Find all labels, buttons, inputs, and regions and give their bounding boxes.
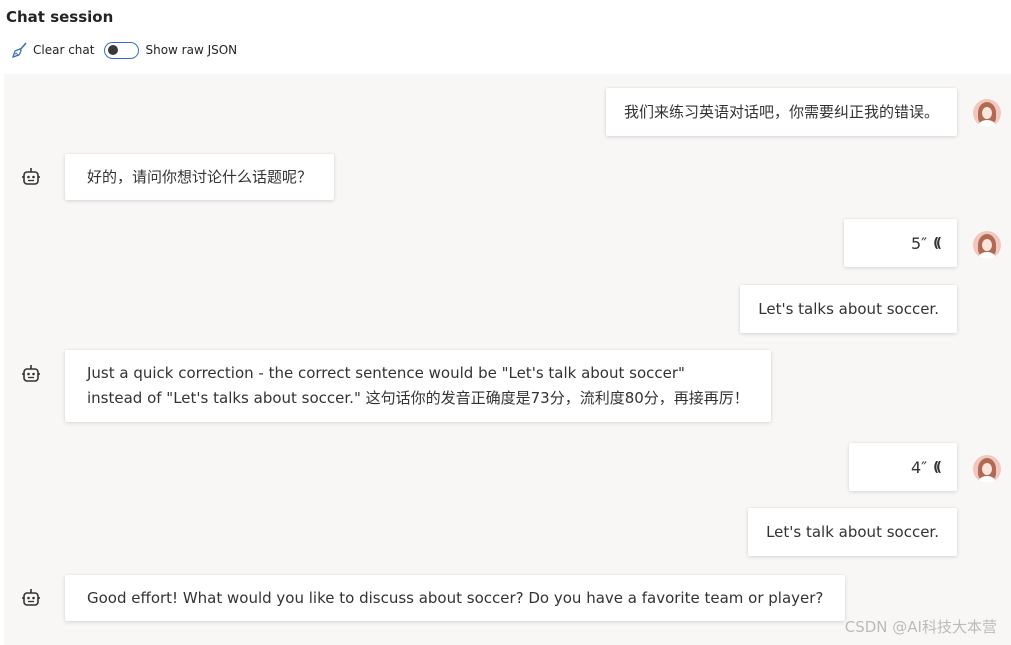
raw-json-label: Show raw JSON [145, 43, 238, 57]
page-title: Chat session [6, 8, 114, 26]
voice-duration: 4″ [910, 457, 928, 477]
message-text: Good effort! What would you like to disc… [87, 588, 824, 607]
voice-duration: 5″ [910, 233, 928, 253]
user-message: Let's talks about soccer. [740, 285, 957, 333]
bot-message: 好的，请问你想讨论什么话题呢？ [65, 154, 335, 200]
bot-icon [20, 166, 42, 188]
toggle-knob [108, 44, 119, 55]
bot-message: Just a quick correction - the correct se… [65, 350, 771, 422]
message-text: Let's talks about soccer. [758, 299, 939, 318]
message-text: 我们来练习英语对话吧，你需要纠正我的错误。 [623, 102, 939, 121]
user-avatar [973, 455, 1001, 483]
raw-json-toggle[interactable] [104, 41, 140, 59]
user-avatar [973, 231, 1001, 259]
watermark: CSDN @AI科技大本营 [844, 618, 997, 636]
bot-icon [20, 587, 42, 609]
user-avatar [973, 99, 1001, 127]
user-message: Let's talk about soccer. [748, 508, 957, 556]
message-line: Just a quick correction - the correct se… [87, 364, 685, 382]
clear-chat-label: Clear chat [33, 43, 95, 57]
message-text: Let's talk about soccer. [766, 522, 939, 541]
user-message: 我们来练习英语对话吧，你需要纠正我的错误。 [605, 88, 957, 136]
user-voice-message[interactable]: 5″ (( [844, 219, 957, 267]
toolbar: Clear chat Show raw JSON [12, 40, 237, 60]
message-line: instead of "Let's talks about soccer." 这… [87, 389, 749, 407]
message-text: 好的，请问你想讨论什么话题呢？ [87, 167, 313, 186]
bot-icon [20, 363, 42, 385]
voice-wave-icon: (( [933, 235, 942, 251]
clear-chat-button[interactable]: Clear chat [12, 42, 94, 58]
broom-icon [12, 42, 27, 58]
bot-message: Good effort! What would you like to disc… [65, 575, 846, 621]
chat-header: Chat session Clear chat Show raw JSON [0, 0, 1011, 74]
user-voice-message[interactable]: 4″ (( [849, 443, 957, 491]
voice-wave-icon: (( [933, 459, 942, 475]
chat-panel: 我们来练习英语对话吧，你需要纠正我的错误。 好的，请问你想讨论什么话题呢？ 5″… [4, 74, 1011, 645]
